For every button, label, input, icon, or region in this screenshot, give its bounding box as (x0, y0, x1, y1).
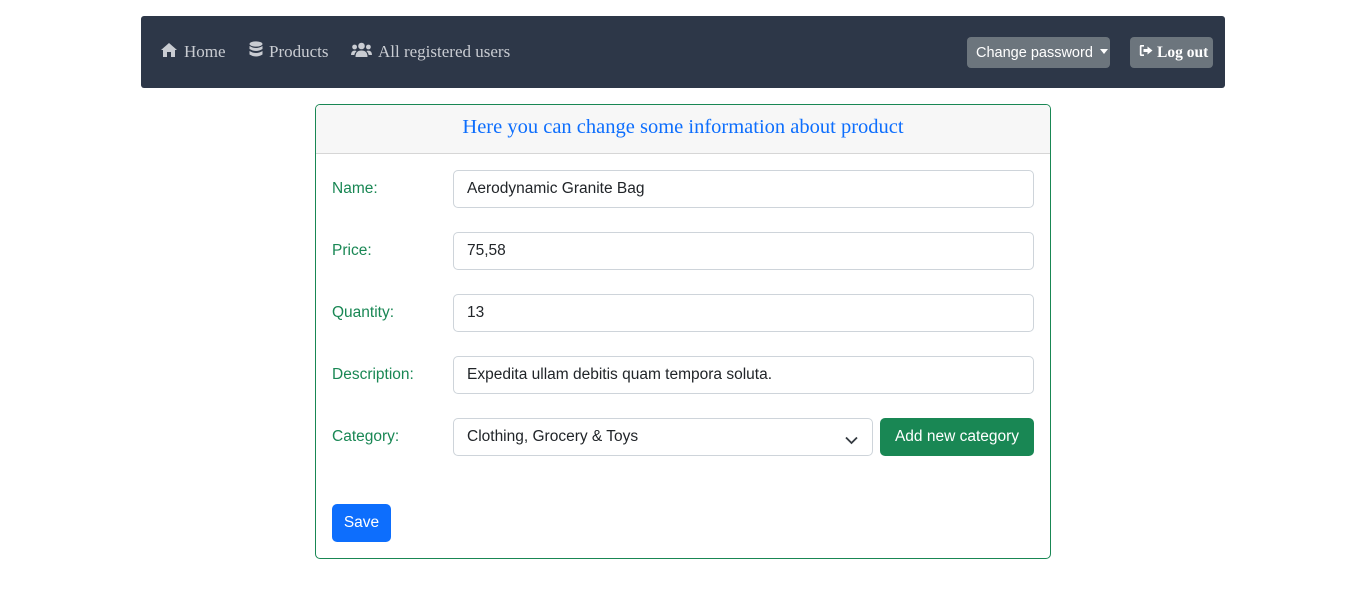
nav-products-link[interactable]: Products (249, 16, 329, 88)
save-button[interactable]: Save (332, 504, 391, 542)
chevron-down-icon (845, 432, 858, 450)
price-label: Price: (332, 242, 372, 259)
top-navbar: Home Products All registered users Chang (141, 16, 1225, 88)
nav-users-link[interactable]: All registered users (351, 16, 510, 88)
description-input[interactable]: Expedita ullam debitis quam tempora solu… (453, 356, 1034, 394)
nav-home-link[interactable]: Home (160, 16, 226, 88)
nav-home-label: Home (184, 42, 226, 61)
quantity-label: Quantity: (332, 304, 395, 321)
sign-out-icon (1139, 44, 1153, 62)
name-input[interactable]: Aerodynamic Granite Bag (453, 170, 1034, 208)
home-icon (160, 42, 178, 63)
edit-product-card: Here you can change some information abo… (315, 104, 1051, 559)
category-label: Category: (332, 428, 400, 445)
price-input[interactable]: 75,58 (453, 232, 1034, 270)
change-password-label: Change password (976, 44, 1093, 61)
add-category-button[interactable]: Add new category (880, 418, 1034, 456)
nav-products-label: Products (269, 42, 329, 61)
change-password-dropdown[interactable]: Change password (967, 37, 1110, 68)
logout-button[interactable]: Log out (1130, 37, 1213, 68)
card-title: Here you can change some information abo… (316, 105, 1050, 154)
users-icon (351, 42, 372, 63)
logout-label: Log out (1157, 43, 1209, 61)
description-label: Description: (332, 366, 414, 383)
name-label: Name: (332, 180, 378, 197)
caret-down-icon (1099, 49, 1108, 54)
category-selected-value: Clothing, Grocery & Toys (467, 428, 639, 445)
quantity-input[interactable]: 13 (453, 294, 1034, 332)
nav-users-label: All registered users (378, 42, 511, 61)
database-icon (249, 41, 263, 63)
category-select[interactable]: Clothing, Grocery & Toys (453, 418, 873, 456)
